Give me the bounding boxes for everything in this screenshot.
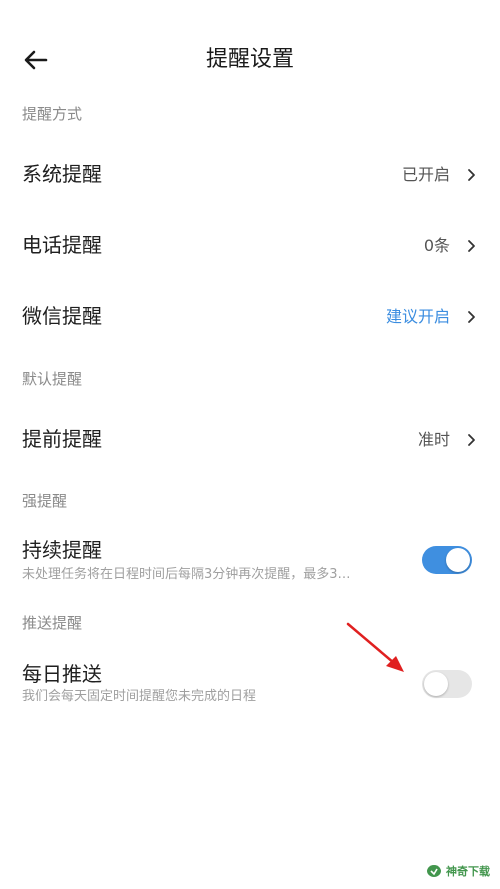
row-value: 准时 — [417, 430, 450, 449]
row-wechat-reminder[interactable]: 微信提醒 建议开启 — [0, 281, 500, 351]
section-label-push: 推送提醒 — [22, 614, 83, 632]
row-advance-reminder[interactable]: 提前提醒 准时 — [0, 404, 500, 474]
row-daily-push: 每日推送 我们会每天固定时间提醒您未完成的日程 — [0, 652, 500, 716]
row-value-suggest: 建议开启 — [385, 307, 450, 326]
row-title: 微信提醒 — [22, 304, 102, 328]
row-title: 每日推送 — [22, 662, 102, 686]
toggle-knob — [446, 548, 470, 572]
row-continuous-reminder: 持续提醒 未处理任务将在日程时间后每隔3分钟再次提醒，最多3… — [0, 528, 500, 592]
watermark-logo-icon — [427, 865, 441, 877]
chevron-right-icon — [468, 434, 475, 446]
row-value: 已开启 — [401, 165, 450, 184]
watermark-text: 神奇下载 — [446, 865, 490, 878]
chevron-right-icon — [468, 240, 475, 252]
row-system-reminder[interactable]: 系统提醒 已开启 — [0, 139, 500, 209]
page-title: 提醒设置 — [205, 47, 294, 72]
section-label-mode: 提醒方式 — [22, 105, 83, 123]
row-phone-reminder[interactable]: 电话提醒 0条 — [0, 210, 500, 280]
daily-push-toggle[interactable] — [422, 670, 472, 698]
section-label-default: 默认提醒 — [22, 370, 83, 388]
row-subtitle: 我们会每天固定时间提醒您未完成的日程 — [22, 689, 257, 704]
row-subtitle: 未处理任务将在日程时间后每隔3分钟再次提醒，最多3… — [22, 567, 351, 582]
annotation-arrow-icon — [346, 622, 404, 672]
chevron-right-icon — [468, 169, 475, 181]
toggle-knob — [424, 672, 448, 696]
section-label-strong: 强提醒 — [22, 492, 68, 510]
row-title: 提前提醒 — [22, 427, 102, 451]
chevron-right-icon — [468, 311, 475, 323]
row-title: 电话提醒 — [22, 233, 102, 257]
header: 提醒设置 — [0, 0, 500, 120]
watermark: 神奇下载 — [426, 861, 490, 881]
row-title: 系统提醒 — [22, 162, 102, 186]
row-title: 持续提醒 — [22, 538, 102, 562]
continuous-reminder-toggle[interactable] — [422, 546, 472, 574]
row-value: 0条 — [423, 236, 450, 255]
